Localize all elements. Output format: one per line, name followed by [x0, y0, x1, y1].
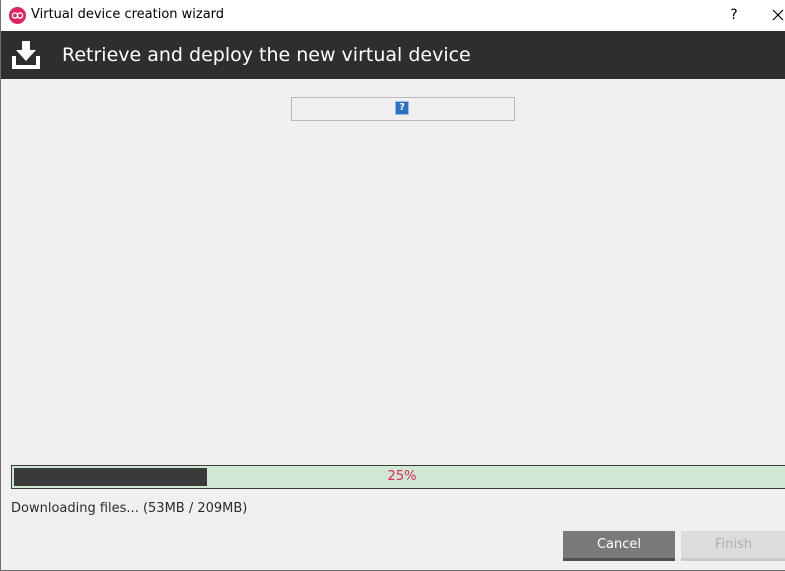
download-progress-bar: 25% — [11, 465, 785, 489]
download-tray-icon — [10, 40, 42, 70]
image-placeholder: ? — [291, 97, 515, 121]
page-title: Retrieve and deploy the new virtual devi… — [62, 44, 471, 66]
cancel-button[interactable]: Cancel — [563, 531, 675, 561]
download-status-text: Downloading files... (53MB / 209MB) — [11, 501, 248, 516]
wizard-window: Virtual device creation wizard ? Retriev… — [0, 0, 785, 571]
broken-image-icon: ? — [395, 101, 409, 115]
help-button[interactable]: ? — [723, 0, 745, 31]
progress-percent-label: 25% — [387, 469, 417, 484]
window-title: Virtual device creation wizard — [31, 7, 225, 22]
finish-button[interactable]: Finish — [681, 531, 785, 561]
genymotion-logo-icon — [9, 7, 26, 24]
close-button[interactable] — [766, 0, 785, 31]
wizard-header: Retrieve and deploy the new virtual devi… — [1, 31, 785, 79]
title-bar[interactable]: Virtual device creation wizard ? — [1, 0, 785, 31]
close-icon — [772, 9, 784, 21]
wizard-content: ? 25% Downloading files... (53MB / 209MB… — [1, 79, 785, 570]
